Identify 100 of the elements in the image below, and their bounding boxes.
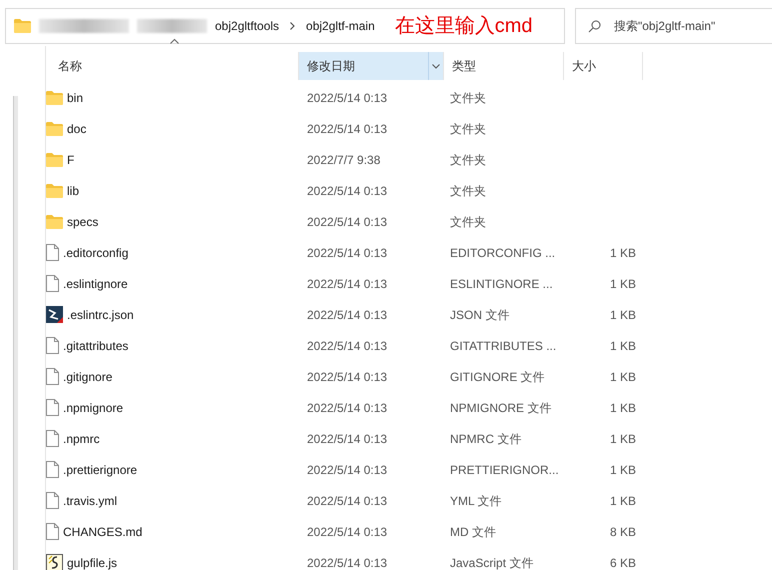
file-name: CHANGES.md: [63, 524, 142, 540]
file-size: 1 KB: [608, 492, 636, 510]
modified-date: 2022/5/14 0:13: [306, 244, 388, 262]
file-type: GITIGNORE 文件: [449, 368, 546, 386]
file-type: ESLINTIGNORE ...: [449, 276, 554, 292]
search-field[interactable]: 搜索"obj2gltf-main": [575, 8, 772, 44]
file-row[interactable]: .npmrc 2022/5/14 0:13 NPMRC 文件 1 KB: [46, 423, 772, 454]
file-size: 1 KB: [608, 368, 636, 386]
file-name: .npmignore: [63, 400, 124, 416]
file-name: specs: [67, 214, 98, 230]
file-icon: [46, 244, 59, 261]
file-row[interactable]: gulpfile.js 2022/5/14 0:13 JavaScript 文件 6 KB: [46, 547, 772, 570]
file-type: 文件夹: [449, 90, 487, 106]
file-name: .gitignore: [63, 368, 112, 386]
file-row[interactable]: .eslintignore 2022/5/14 0:13 ESLINTIGNORE ... 1 KB: [46, 268, 772, 299]
column-header[interactable]: 修改日期: [299, 52, 444, 80]
file-size: 8 KB: [608, 524, 636, 540]
file-name: lib: [67, 182, 80, 200]
file-size: 1 KB: [608, 462, 636, 478]
file-size: 6 KB: [608, 554, 636, 570]
file-icon: [46, 337, 59, 354]
modified-date: 2022/5/14 0:13: [306, 306, 388, 324]
address-bar[interactable]: obj2gltftools obj2gltf-main 在这里输入cmd: [5, 8, 565, 44]
file-row[interactable]: specs 2022/5/14 0:13 文件夹: [46, 206, 772, 237]
file-icon: [46, 368, 59, 385]
modified-date: 2022/5/14 0:13: [306, 492, 388, 510]
column-header[interactable]: 大小: [564, 52, 643, 80]
modified-date: 2022/5/14 0:13: [306, 554, 388, 570]
breadcrumb-item[interactable]: obj2gltftools: [215, 16, 280, 34]
file-name: .eslintignore: [63, 276, 128, 292]
file-row[interactable]: .travis.yml 2022/5/14 0:13 YML 文件 1 KB: [46, 485, 772, 516]
file-name: F: [67, 152, 74, 168]
sort-caret-icon: [170, 38, 179, 44]
folder-icon: [46, 184, 63, 198]
modified-date: 2022/5/14 0:13: [306, 462, 388, 478]
file-row[interactable]: doc 2022/5/14 0:13 文件夹: [46, 113, 772, 144]
breadcrumb-item[interactable]: obj2gltf-main: [306, 16, 375, 34]
modified-date: 2022/5/14 0:13: [306, 430, 388, 448]
modified-date: 2022/5/14 0:13: [306, 368, 388, 386]
file-name: .gitattributes: [63, 338, 128, 354]
file-icon: [46, 461, 59, 478]
file-row[interactable]: lib 2022/5/14 0:13 文件夹: [46, 175, 772, 206]
modified-date: 2022/5/14 0:13: [306, 120, 388, 138]
file-type: 文件夹: [449, 152, 487, 168]
modified-date: 2022/5/14 0:13: [306, 338, 388, 354]
folder-icon: [46, 122, 63, 136]
app-file-icon: [46, 306, 63, 323]
file-name: bin: [67, 90, 84, 106]
file-type: NPMRC 文件: [449, 430, 522, 448]
modified-date: 2022/5/14 0:13: [306, 90, 388, 106]
file-name: .prettierignore: [63, 462, 138, 478]
file-type: PRETTIERIGNOR...: [449, 462, 560, 478]
modified-date: 2022/5/14 0:13: [306, 182, 388, 200]
file-type: MD 文件: [449, 524, 497, 540]
file-row[interactable]: .prettierignore 2022/5/14 0:13 PRETTIERIGNOR... 1 KB: [46, 454, 772, 485]
file-size: 1 KB: [608, 276, 636, 292]
file-row[interactable]: F 2022/7/7 9:38 文件夹: [46, 144, 772, 175]
file-name: gulpfile.js: [67, 554, 118, 570]
dropdown-icon[interactable]: [428, 52, 443, 80]
file-type: GITATTRIBUTES ...: [449, 338, 558, 354]
file-name: .editorconfig: [63, 244, 128, 262]
blurred-path-placeholder: [137, 18, 207, 32]
file-type: EDITORCONFIG ...: [449, 244, 556, 262]
folder-icon: [46, 152, 63, 166]
file-row[interactable]: .npmignore 2022/5/14 0:13 NPMIGNORE 文件 1 KB: [46, 392, 772, 423]
modified-date: 2022/7/7 9:38: [306, 152, 382, 168]
chevron-icon: [290, 22, 296, 30]
file-row[interactable]: .gitattributes 2022/5/14 0:13 GITATTRIBUTES ... 1 KB: [46, 330, 772, 361]
file-row[interactable]: .gitignore 2022/5/14 0:13 GITIGNORE 文件 1 KB: [46, 361, 772, 392]
file-type: NPMIGNORE 文件: [449, 400, 552, 416]
file-type: JSON 文件: [449, 306, 510, 324]
file-size: 1 KB: [608, 244, 636, 262]
file-name: .travis.yml: [63, 492, 117, 510]
modified-date: 2022/5/14 0:13: [306, 524, 388, 540]
file-icon: [46, 430, 59, 447]
file-icon: [46, 275, 59, 292]
file-name: .npmrc: [63, 430, 100, 448]
modified-date: 2022/5/14 0:13: [306, 276, 388, 292]
file-row[interactable]: .eslintrc.json 2022/5/14 0:13 JSON 文件 1 KB: [46, 299, 772, 330]
file-row[interactable]: bin 2022/5/14 0:13 文件夹: [46, 82, 772, 113]
file-type: 文件夹: [449, 182, 487, 200]
file-row[interactable]: .editorconfig 2022/5/14 0:13 EDITORCONFIG ... 1 KB: [46, 237, 772, 268]
file-size: 1 KB: [608, 306, 636, 324]
file-size: 1 KB: [608, 430, 636, 448]
file-name: doc: [67, 120, 86, 138]
file-icon: [46, 523, 59, 540]
file-size: 1 KB: [608, 400, 636, 416]
modified-date: 2022/5/14 0:13: [306, 400, 388, 416]
column-header[interactable]: 类型: [444, 52, 564, 80]
file-type: 文件夹: [449, 120, 487, 138]
file-name: .eslintrc.json: [67, 306, 134, 324]
annotation-text: 在这里输入cmd: [394, 14, 533, 38]
folder-icon: [46, 90, 63, 104]
file-icon: [46, 492, 59, 509]
file-type: YML 文件: [449, 492, 503, 510]
file-row[interactable]: CHANGES.md 2022/5/14 0:13 MD 文件 8 KB: [46, 516, 772, 547]
folder-icon: [46, 214, 63, 228]
file-icon: [46, 399, 59, 416]
modified-date: 2022/5/14 0:13: [306, 214, 388, 230]
scrollbar[interactable]: [13, 96, 18, 570]
